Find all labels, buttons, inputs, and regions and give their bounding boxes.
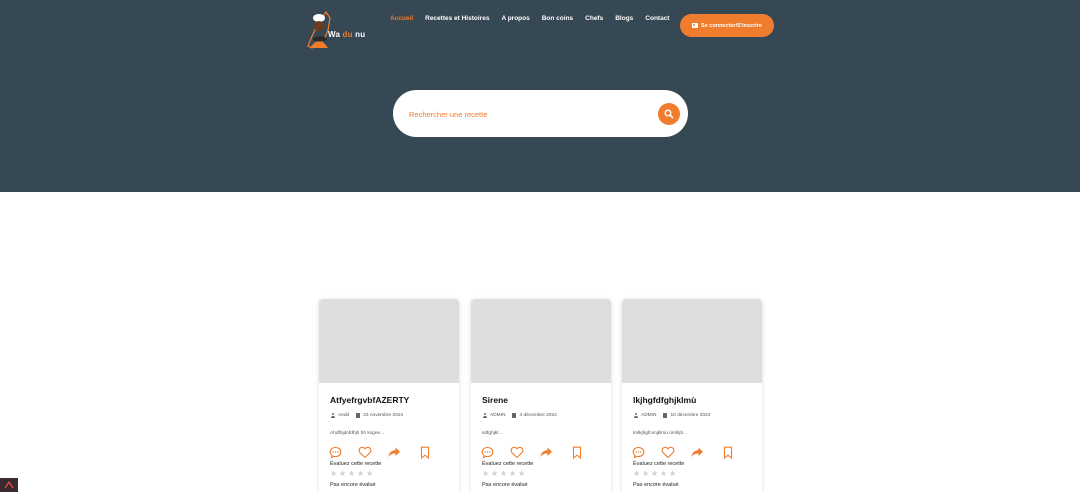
recipe-card[interactable]: AtfyefrgvbfAZERTY Aedd 23 novembre 2024 …	[319, 299, 459, 492]
recipe-card[interactable]: lkjhgfdfghjklmù ADMIN 10 décembre 2024 l…	[622, 299, 762, 492]
recipe-image[interactable]	[622, 299, 762, 383]
search-bar	[393, 90, 688, 137]
heart-icon[interactable]	[510, 446, 524, 459]
nav-item-accueil[interactable]: Accueil	[390, 15, 413, 22]
recipe-author: Aedd	[338, 413, 350, 418]
nav-item-blogs[interactable]: Blogs	[615, 15, 633, 22]
star-icon[interactable]: ★	[339, 470, 347, 478]
recipe-actions	[632, 446, 742, 460]
rating-stars[interactable]: ★ ★ ★ ★ ★	[330, 470, 374, 478]
bookmark-icon[interactable]	[571, 446, 583, 459]
star-icon[interactable]: ★	[357, 470, 365, 478]
star-icon[interactable]: ★	[651, 470, 659, 478]
user-icon	[330, 413, 335, 418]
search-input[interactable]	[409, 106, 639, 122]
recipe-description: lmlkjhgfcxnjklmù ùmlkjh...	[633, 431, 688, 436]
id-card-icon	[692, 23, 699, 28]
heart-icon[interactable]	[661, 446, 675, 459]
rating-stars[interactable]: ★ ★ ★ ★ ★	[633, 470, 677, 478]
user-icon	[633, 413, 638, 418]
recipe-meta: Aedd 23 novembre 2024	[330, 413, 403, 418]
rate-label: Évaluez cette recette	[330, 461, 382, 467]
recipe-date: 23 novembre 2024	[363, 413, 404, 418]
brand-name: Wa du nu	[328, 30, 366, 39]
recipe-actions	[481, 446, 591, 460]
nav-item-chefs[interactable]: Chefs	[585, 15, 603, 22]
nav-item-bon-coins[interactable]: Bon coins	[542, 15, 573, 22]
recipe-title[interactable]: Sirene	[482, 395, 508, 405]
main-nav: Accueil Recettes et Histoires A propos B…	[390, 15, 681, 22]
calendar-icon	[663, 413, 668, 418]
recipe-author: ADMIN	[490, 413, 506, 418]
share-icon[interactable]	[387, 446, 401, 459]
user-icon	[482, 413, 487, 418]
star-icon[interactable]: ★	[518, 470, 526, 478]
star-icon[interactable]: ★	[366, 470, 374, 478]
recipe-actions	[329, 446, 439, 460]
rating-status: Pas encore évalué	[330, 482, 376, 488]
comment-icon[interactable]	[481, 446, 494, 459]
recipe-description: sdfghjkl...	[482, 431, 503, 436]
star-icon[interactable]: ★	[669, 470, 677, 478]
nav-item-a-propos[interactable]: A propos	[501, 15, 529, 22]
rate-label: Évaluez cette recette	[633, 461, 685, 467]
star-icon[interactable]: ★	[500, 470, 508, 478]
search-icon	[664, 109, 674, 119]
recipe-meta: ADMIN 4 décembre 2024	[482, 413, 557, 418]
bookmark-icon[interactable]	[722, 446, 734, 459]
recipe-description: Ahdfhjdnfdhjh hh kxgne...	[330, 431, 385, 436]
star-icon[interactable]: ★	[509, 470, 517, 478]
rating-stars[interactable]: ★ ★ ★ ★ ★	[482, 470, 526, 478]
share-icon[interactable]	[690, 446, 704, 459]
recipe-date: 10 décembre 2024	[670, 413, 711, 418]
star-icon[interactable]: ★	[491, 470, 499, 478]
login-button[interactable]: Se connecter/S'inscrire	[680, 14, 774, 37]
recipe-author: ADMIN	[641, 413, 657, 418]
calendar-icon	[512, 413, 517, 418]
share-icon[interactable]	[539, 446, 553, 459]
star-icon[interactable]: ★	[348, 470, 356, 478]
star-icon[interactable]: ★	[482, 470, 490, 478]
recipe-title[interactable]: lkjhgfdfghjklmù	[633, 395, 696, 405]
calendar-icon	[356, 413, 361, 418]
login-button-label: Se connecter/S'inscrire	[701, 22, 762, 29]
heart-icon[interactable]	[358, 446, 372, 459]
recipe-date: 4 décembre 2024	[519, 413, 557, 418]
symfony-icon	[4, 481, 14, 489]
rating-status: Pas encore évalué	[482, 482, 528, 488]
comment-icon[interactable]	[329, 446, 342, 459]
star-icon[interactable]: ★	[330, 470, 338, 478]
rate-label: Évaluez cette recette	[482, 461, 534, 467]
comment-icon[interactable]	[632, 446, 645, 459]
recipe-card[interactable]: Sirene ADMIN 4 décembre 2024 sdfghjkl...…	[471, 299, 611, 492]
recipe-meta: ADMIN 10 décembre 2024	[633, 413, 710, 418]
search-button[interactable]	[658, 103, 680, 125]
nav-item-recettes[interactable]: Recettes et Histoires	[425, 15, 489, 22]
recipe-title[interactable]: AtfyefrgvbfAZERTY	[330, 395, 409, 405]
recipe-image[interactable]	[471, 299, 611, 383]
nav-item-contact[interactable]: Contact	[645, 15, 669, 22]
star-icon[interactable]: ★	[633, 470, 641, 478]
debug-toolbar-toggle[interactable]	[0, 478, 18, 492]
star-icon[interactable]: ★	[642, 470, 650, 478]
bookmark-icon[interactable]	[419, 446, 431, 459]
rating-status: Pas encore évalué	[633, 482, 679, 488]
recipe-image[interactable]	[319, 299, 459, 383]
star-icon[interactable]: ★	[660, 470, 668, 478]
